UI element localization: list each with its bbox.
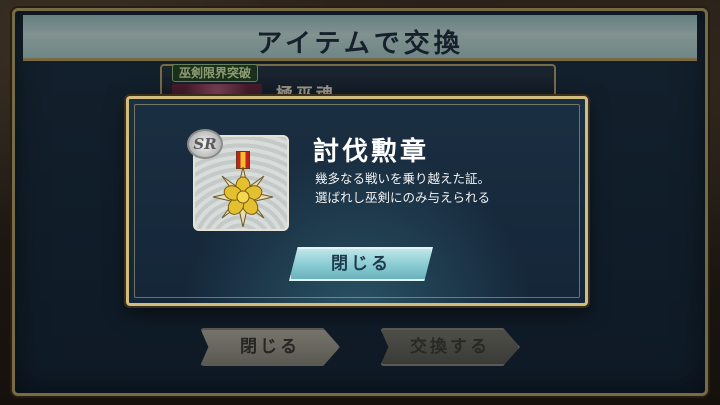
item-detail-dialog: SR 討伐勲章 幾多なる戦いを乗り越えた証。 選ばれし巫剣にのみ与えられる 閉じ… bbox=[126, 96, 588, 306]
rarity-badge: SR bbox=[187, 129, 223, 159]
item-icon-frame: SR bbox=[187, 129, 289, 231]
item-description-line2: 選ばれし巫剣にのみ与えられる bbox=[315, 190, 491, 205]
medal-icon bbox=[212, 166, 274, 227]
dialog-close-button[interactable]: 閉じる bbox=[289, 247, 433, 281]
item-name: 討伐勲章 bbox=[313, 137, 430, 167]
item-description: 幾多なる戦いを乗り越えた証。 選ばれし巫剣にのみ与えられる bbox=[315, 169, 575, 207]
item-description-line1: 幾多なる戦いを乗り越えた証。 bbox=[315, 171, 491, 186]
